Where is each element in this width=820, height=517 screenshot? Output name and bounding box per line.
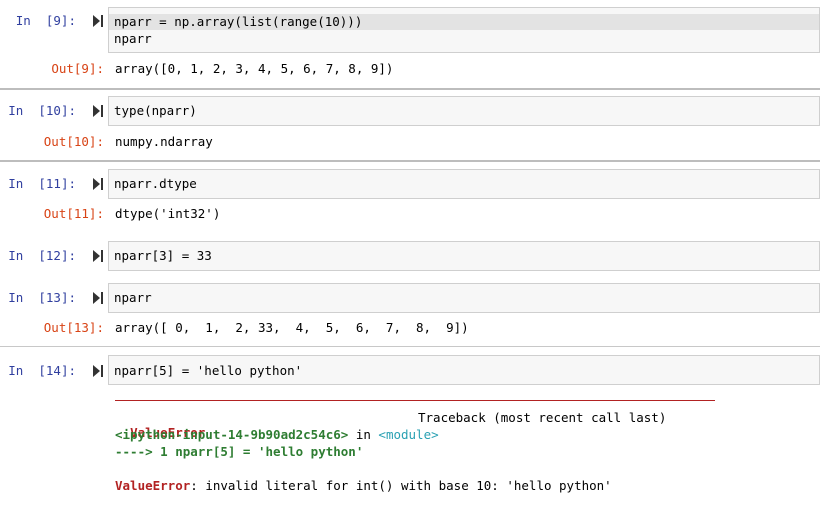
cell-13-editor[interactable]: nparr — [108, 283, 820, 313]
traceback-arrow-line: ----> 1 nparr[5] = 'hello python' — [115, 444, 364, 459]
cell-9-out-prompt: Out[9]: — [51, 61, 104, 76]
traceback-message-error: ValueError — [115, 478, 191, 493]
cell-14-in-prompt: In [14]: — [8, 363, 76, 378]
cell-10-out-prompt: Out[10]: — [43, 134, 104, 149]
cell-13-in-prompt: In [13]: — [8, 290, 76, 305]
cell-11-in-prompt: In [11]: — [8, 176, 76, 191]
code-line: nparr.dtype — [114, 176, 197, 191]
cell-11-output: dtype('int32') — [115, 206, 221, 221]
traceback-module-ref: <module> — [378, 427, 439, 442]
cell-13-output: array([ 0, 1, 2, 33, 4, 5, 6, 7, 8, 9]) — [115, 320, 469, 335]
cell-separator — [0, 88, 820, 90]
traceback-input-ref: <ipython-input-14-9b90ad2c54c6> — [115, 427, 349, 442]
cell-10-output: numpy.ndarray — [115, 134, 213, 149]
traceback-label: Traceback (most recent call last) — [418, 410, 667, 425]
traceback-message-rest: : invalid literal for int() with base 10… — [190, 478, 612, 493]
cell-12-editor[interactable]: nparr[3] = 33 — [108, 241, 820, 271]
cell-9-in-prompt: In [9]: — [15, 13, 76, 28]
cell-13-run-icon[interactable] — [93, 292, 103, 304]
code-line: type(nparr) — [114, 103, 197, 118]
cell-separator — [0, 346, 820, 347]
cell-9-output: array([0, 1, 2, 3, 4, 5, 6, 7, 8, 9]) — [115, 61, 394, 76]
cell-11-run-icon[interactable] — [93, 178, 103, 190]
cell-11-out-prompt: Out[11]: — [43, 206, 104, 221]
cell-10-editor[interactable]: type(nparr) — [108, 96, 820, 126]
code-line: nparr — [114, 290, 152, 305]
traceback-message: ValueError: invalid literal for int() wi… — [115, 478, 612, 493]
traceback-location: <ipython-input-14-9b90ad2c54c6> in <modu… — [115, 427, 439, 442]
cell-separator — [0, 160, 820, 162]
cell-9-run-icon[interactable] — [93, 15, 103, 27]
cell-12-in-prompt: In [12]: — [8, 248, 76, 263]
cell-9-editor[interactable]: nparr = np.array(list(range(10))) nparr — [108, 7, 820, 53]
code-line: nparr[5] = 'hello python' — [114, 363, 303, 378]
cell-13-out-prompt: Out[13]: — [43, 320, 104, 335]
cell-14-editor[interactable]: nparr[5] = 'hello python' — [108, 355, 820, 385]
code-line: nparr[3] = 33 — [114, 248, 212, 263]
cell-11-editor[interactable]: nparr.dtype — [108, 169, 820, 199]
code-line: nparr — [114, 31, 152, 46]
code-line: nparr = np.array(list(range(10))) — [109, 14, 819, 30]
cell-10-in-prompt: In [10]: — [8, 103, 76, 118]
cell-10-run-icon[interactable] — [93, 105, 103, 117]
traceback-in-word: in — [355, 427, 371, 442]
cell-12-run-icon[interactable] — [93, 250, 103, 262]
traceback-divider — [115, 400, 715, 401]
cell-14-run-icon[interactable] — [93, 365, 103, 377]
